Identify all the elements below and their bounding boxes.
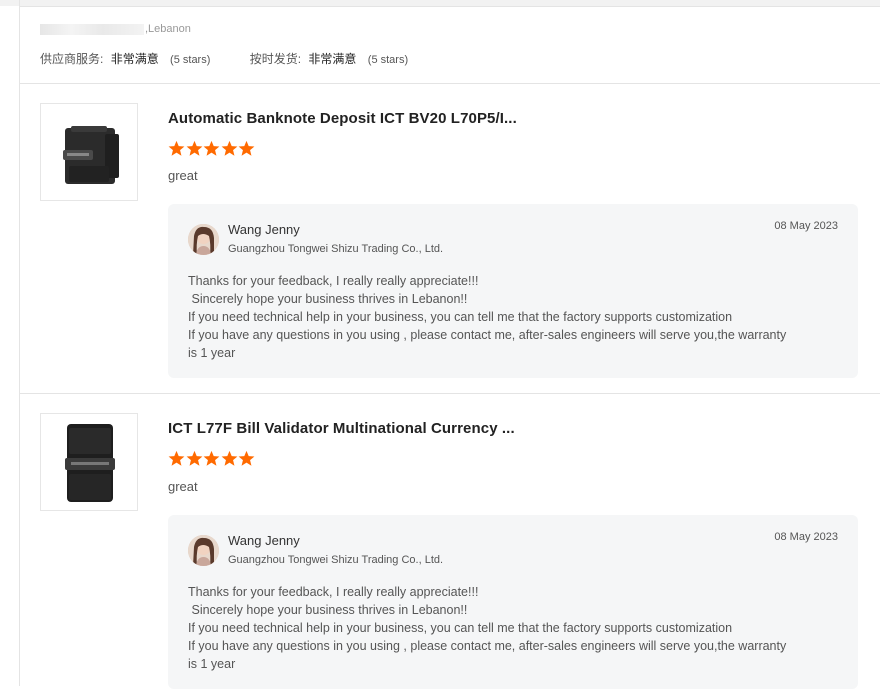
ratings-row: 供应商服务: 非常满意 (5 stars) 按时发货: 非常满意 (5 star… <box>40 50 444 67</box>
product-title[interactable]: ICT L77F Bill Validator Multinational Cu… <box>168 420 515 437</box>
star-rating <box>168 450 256 468</box>
star-icon <box>168 140 185 156</box>
rating-supplier-service: 供应商服务: 非常满意 (5 stars) <box>40 52 211 66</box>
reply-line: If you have any questions in you using ,… <box>188 639 787 653</box>
bill-acceptor-image <box>63 126 119 184</box>
star-icon <box>203 450 220 466</box>
star-icon <box>168 450 185 466</box>
review-comment: great <box>168 479 198 494</box>
star-icon <box>238 450 255 466</box>
reply-date: 08 May 2023 <box>774 220 838 232</box>
reply-body: Thanks for your feedback, I really reall… <box>188 272 848 362</box>
reply-company: Guangzhou Tongwei Shizu Trading Co., Ltd… <box>228 243 444 255</box>
reply-company: Guangzhou Tongwei Shizu Trading Co., Ltd… <box>228 554 444 566</box>
reply-line: is 1 year <box>188 657 236 671</box>
divider <box>20 83 880 84</box>
buyer-name-blurred <box>40 23 144 35</box>
avatar <box>188 224 219 255</box>
buyer-location: ,Lebanon <box>145 23 191 35</box>
star-icon <box>203 140 220 156</box>
reply-line: is 1 year <box>188 346 236 360</box>
buyer-info: ,Lebanon <box>40 21 191 37</box>
reply-date: 08 May 2023 <box>774 531 838 543</box>
product-title[interactable]: Automatic Banknote Deposit ICT BV20 L70P… <box>168 110 517 127</box>
reply-line: Thanks for your feedback, I really reall… <box>188 274 479 288</box>
star-rating <box>168 140 256 158</box>
supplier-reply: Wang Jenny Guangzhou Tongwei Shizu Tradi… <box>168 515 858 689</box>
reply-line: If you have any questions in you using ,… <box>188 328 787 342</box>
reply-author-name: Wang Jenny <box>228 533 300 548</box>
star-icon <box>186 450 202 466</box>
divider <box>20 393 880 394</box>
star-icon <box>238 140 255 156</box>
reply-body: Thanks for your feedback, I really reall… <box>188 583 848 673</box>
reply-line: If you need technical help in your busin… <box>188 310 733 324</box>
star-icon <box>186 140 202 156</box>
reply-author-name: Wang Jenny <box>228 222 300 237</box>
reply-line: If you need technical help in your busin… <box>188 621 733 635</box>
product-thumbnail[interactable] <box>40 413 138 511</box>
reply-line: Sincerely hope your business thrives in … <box>188 292 468 306</box>
review-comment: great <box>168 168 198 183</box>
reply-line: Thanks for your feedback, I really reall… <box>188 585 479 599</box>
bill-validator-image <box>65 424 115 502</box>
review-card: ,Lebanon 供应商服务: 非常满意 (5 stars) 按时发货: 非常满… <box>20 6 880 689</box>
product-thumbnail[interactable] <box>40 103 138 201</box>
rating-on-time-shipment: 按时发货: 非常满意 (5 stars) <box>249 52 409 66</box>
reply-line: Sincerely hope your business thrives in … <box>188 603 468 617</box>
avatar <box>188 535 219 566</box>
star-icon <box>221 450 238 466</box>
star-icon <box>221 140 238 156</box>
supplier-reply: Wang Jenny Guangzhou Tongwei Shizu Tradi… <box>168 204 858 378</box>
